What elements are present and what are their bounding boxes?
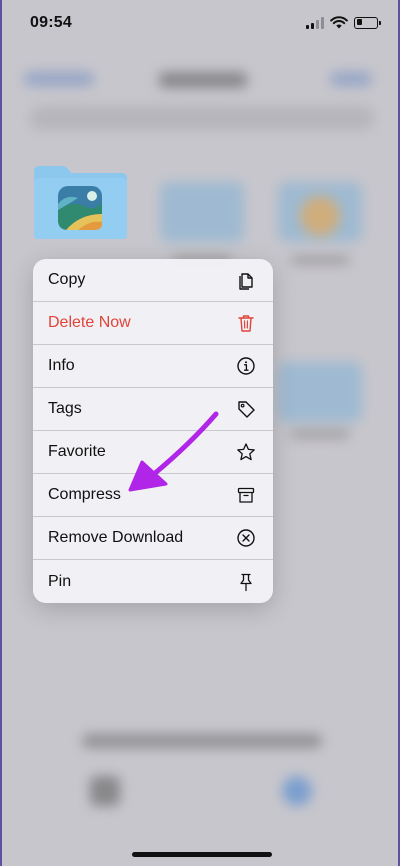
status-time: 09:54 [30, 14, 72, 31]
bg-tab-recents [90, 776, 120, 806]
menu-item-pin[interactable]: Pin [33, 560, 273, 603]
menu-item-label: Favorite [48, 443, 106, 460]
bg-folder-thumbnail [300, 196, 340, 236]
bg-folder [278, 362, 362, 422]
menu-item-remove-download[interactable]: Remove Download [33, 517, 273, 560]
copy-icon [235, 269, 257, 291]
battery-icon [354, 16, 381, 29]
pin-icon [235, 571, 257, 593]
menu-item-info[interactable]: Info [33, 345, 273, 388]
status-bar: 09:54 [2, 0, 398, 48]
folder-icon [34, 166, 127, 239]
bg-folder [160, 182, 244, 242]
wifi-icon [330, 16, 348, 29]
bg-back-button [24, 72, 94, 86]
remove-circle-icon [235, 527, 257, 549]
battery-fill [356, 19, 362, 25]
annotation-arrow-icon [128, 411, 219, 492]
tag-icon [235, 398, 257, 420]
menu-item-label: Copy [48, 271, 86, 288]
bg-tab-browse [282, 776, 312, 806]
menu-item-delete-now[interactable]: Delete Now [33, 302, 273, 345]
archive-icon [235, 484, 257, 506]
status-icons [306, 16, 381, 29]
menu-item-label: Delete Now [48, 314, 131, 331]
menu-item-label: Pin [48, 572, 72, 590]
bg-select-button [330, 72, 372, 86]
photos-app-icon [58, 186, 102, 230]
menu-item-label: Info [48, 357, 75, 374]
bg-nav-title [158, 72, 248, 88]
cellular-signal-icon [306, 16, 324, 29]
info-icon [235, 355, 257, 377]
bg-search-bar [30, 106, 374, 130]
bg-folder-label [290, 256, 350, 264]
trash-icon [235, 312, 257, 334]
bg-status-text [82, 734, 322, 748]
bg-folder-label [290, 430, 350, 438]
menu-item-label: Compress [48, 486, 121, 503]
star-icon [235, 441, 257, 463]
screen: 09:54 Copy Delete Now Info Tags Favorite… [0, 0, 400, 866]
menu-item-label: Remove Download [48, 529, 184, 546]
selected-folder[interactable] [32, 164, 128, 240]
menu-item-label: Tags [48, 400, 82, 417]
home-indicator[interactable] [132, 852, 272, 857]
menu-item-copy[interactable]: Copy [33, 259, 273, 302]
